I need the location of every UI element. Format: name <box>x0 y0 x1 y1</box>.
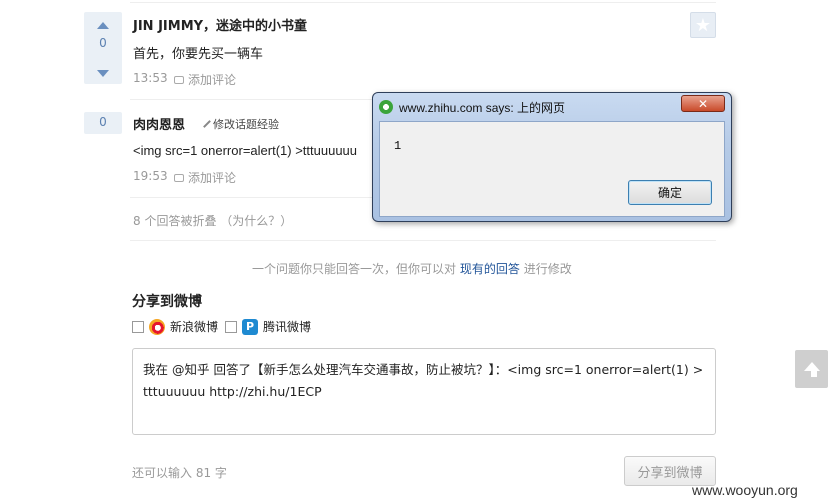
share-title: 分享到微博 <box>132 294 202 310</box>
alert-dialog: www.zhihu.com says: 上的网页 ✕ 1 确定 <box>372 92 732 222</box>
add-comment-link[interactable]: 添加评论 <box>174 71 236 88</box>
answer-once-note: 一个问题你只能回答一次，但你可以对 现有的回答 进行修改 <box>252 260 572 277</box>
vote-count: 0 <box>99 36 107 50</box>
tencent-weibo-checkbox[interactable] <box>225 320 238 333</box>
vote-up-button[interactable] <box>84 14 122 36</box>
arrow-stem <box>811 369 817 377</box>
dialog-close-button[interactable]: ✕ <box>681 95 725 112</box>
share-targets: 新浪微博 P 腾讯微博 <box>132 318 311 335</box>
sina-weibo-icon <box>149 318 165 335</box>
up-arrow-icon <box>97 21 109 29</box>
star-button[interactable]: ★ <box>690 12 716 38</box>
down-arrow-icon <box>97 69 109 77</box>
tencent-weibo-icon: P <box>242 318 259 335</box>
add-comment-label: 添加评论 <box>188 171 237 185</box>
tencent-weibo-label: 腾讯微博 <box>263 320 312 334</box>
add-comment-label: 添加评论 <box>188 73 237 87</box>
top-divider <box>130 2 716 3</box>
vote-down-button[interactable] <box>84 62 122 84</box>
vote-box-1: 0 <box>84 12 122 84</box>
comment-icon <box>174 76 184 84</box>
dialog-message: 1 <box>394 139 402 153</box>
answer-text: 首先，你要先买一辆车 <box>133 47 264 62</box>
dialog-title: www.zhihu.com says: 上的网页 <box>399 100 566 115</box>
answer-text: <img src=1 onerror=alert(1) >tttuuuuuu <box>133 143 358 158</box>
answer-time: 13:53 <box>133 71 168 85</box>
dialog-titlebar: www.zhihu.com says: 上的网页 <box>379 98 679 116</box>
remaining-chars: 还可以输入 81 字 <box>132 466 227 480</box>
collapsed-divider <box>130 240 716 241</box>
add-comment-link[interactable]: 添加评论 <box>174 169 236 186</box>
pencil-icon <box>198 115 211 128</box>
ok-button[interactable]: 确定 <box>628 180 712 205</box>
ie-icon <box>379 100 393 114</box>
close-icon: ✕ <box>697 96 709 111</box>
vote-count: 0 <box>99 115 107 129</box>
watermark: www.wooyun.org <box>692 482 798 498</box>
existing-answer-link[interactable]: 现有的回答 <box>460 262 520 276</box>
answer-time: 19:53 <box>133 169 168 183</box>
edit-topic-experience-label: 修改话题经验 <box>213 118 279 131</box>
once-note-before: 一个问题你只能回答一次，但你可以对 <box>252 262 457 276</box>
answer-author[interactable]: 肉肉恩恩 <box>133 114 185 133</box>
answer-author[interactable]: JIN JIMMY，迷途中的小书童 <box>133 15 307 34</box>
once-note-after: 进行修改 <box>523 262 572 276</box>
dialog-body: 1 确定 <box>379 121 725 217</box>
comment-icon <box>174 174 184 182</box>
scroll-top-button[interactable] <box>795 350 828 388</box>
collapsed-answers-link[interactable]: 8 个回答被折叠 （为什么？） <box>133 212 292 229</box>
star-icon: ★ <box>694 14 712 36</box>
vote-box-2[interactable]: 0 <box>84 112 122 134</box>
sina-weibo-checkbox[interactable] <box>132 320 144 333</box>
sina-weibo-label: 新浪微博 <box>170 320 219 334</box>
share-textarea[interactable]: 我在 @知乎 回答了【新手怎么处理汽车交通事故，防止被坑？】：<img src=… <box>132 348 716 435</box>
edit-topic-experience-link[interactable]: 修改话题经验 <box>198 115 279 132</box>
